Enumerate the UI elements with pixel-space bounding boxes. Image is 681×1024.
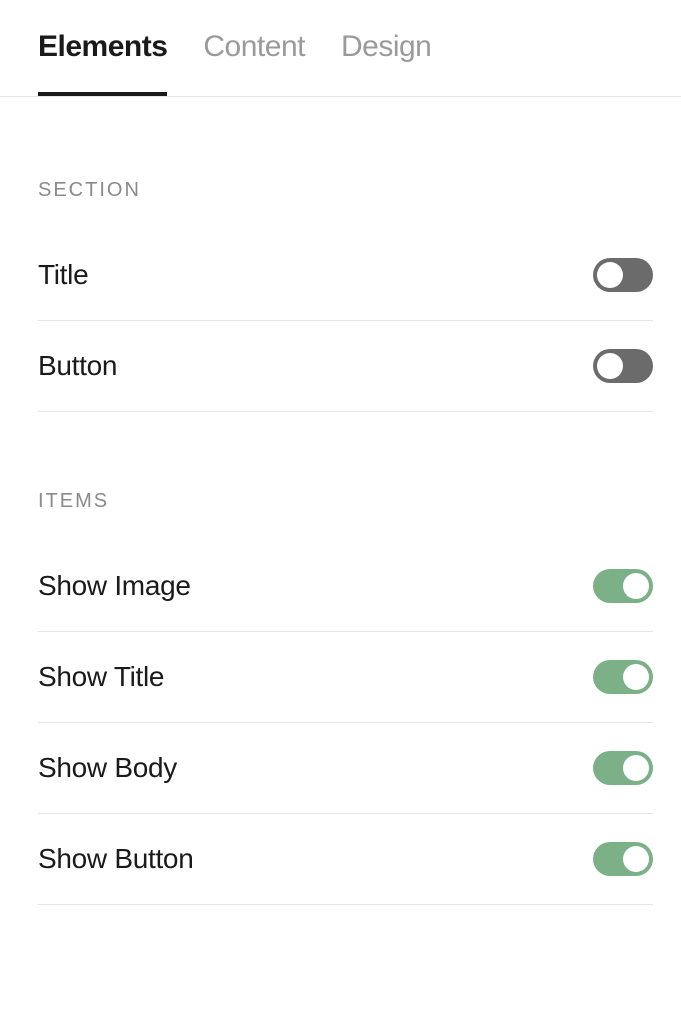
row-title: Title: [38, 230, 653, 321]
toggle-show-button[interactable]: [593, 842, 653, 876]
tab-bar: Elements Content Design: [0, 0, 681, 97]
toggle-knob: [623, 755, 649, 781]
panel-content: SECTION Title Button ITEMS Show Image Sh…: [0, 179, 681, 905]
toggle-button[interactable]: [593, 349, 653, 383]
toggle-knob: [623, 846, 649, 872]
toggle-knob: [623, 573, 649, 599]
row-button: Button: [38, 321, 653, 412]
row-show-image: Show Image: [38, 541, 653, 632]
row-show-body: Show Body: [38, 723, 653, 814]
row-show-button: Show Button: [38, 814, 653, 905]
row-label-show-body: Show Body: [38, 752, 177, 784]
row-label-button: Button: [38, 350, 117, 382]
toggle-show-body[interactable]: [593, 751, 653, 785]
row-label-show-button: Show Button: [38, 843, 193, 875]
row-label-show-image: Show Image: [38, 570, 191, 602]
toggle-show-image[interactable]: [593, 569, 653, 603]
tab-content[interactable]: Content: [203, 30, 305, 96]
section-header-items: ITEMS: [38, 490, 653, 513]
row-show-title: Show Title: [38, 632, 653, 723]
row-label-title: Title: [38, 259, 88, 291]
toggle-show-title[interactable]: [593, 660, 653, 694]
toggle-knob: [623, 664, 649, 690]
tab-design[interactable]: Design: [341, 30, 431, 96]
toggle-knob: [597, 262, 623, 288]
row-label-show-title: Show Title: [38, 661, 164, 693]
toggle-title[interactable]: [593, 258, 653, 292]
tab-elements[interactable]: Elements: [38, 30, 167, 96]
section-header-section: SECTION: [38, 179, 653, 202]
toggle-knob: [597, 353, 623, 379]
